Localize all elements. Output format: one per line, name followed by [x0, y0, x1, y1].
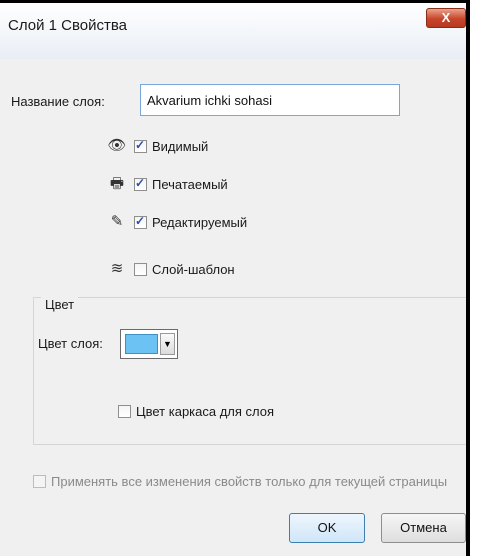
color-swatch: [125, 334, 158, 354]
printer-icon: 🖶: [109, 175, 125, 192]
layer-name-label: Название слоя:: [11, 94, 105, 109]
layer-properties-dialog: Слой 1 Свойства X Название слоя: 👁 Видим…: [0, 3, 466, 556]
title-bar[interactable]: Слой 1 Свойства X: [0, 3, 466, 59]
color-group-title: Цвет: [41, 297, 79, 312]
wireframe-color-label: Цвет каркаса для слоя: [136, 403, 275, 419]
printable-option[interactable]: 🖶 Печатаемый: [108, 174, 228, 194]
layer-name-input[interactable]: [140, 84, 400, 116]
ok-button[interactable]: OK: [289, 513, 365, 543]
image-border-right: [466, 0, 470, 556]
eye-icon: 👁: [107, 137, 127, 154]
visible-label: Видимый: [152, 138, 209, 154]
cancel-button[interactable]: Отмена: [381, 513, 466, 543]
wireframe-color-checkbox[interactable]: [118, 404, 131, 418]
printable-label: Печатаемый: [152, 176, 228, 192]
editable-label: Редактируемый: [152, 214, 248, 230]
template-icon: ≋: [110, 260, 124, 277]
template-checkbox[interactable]: [134, 262, 147, 276]
layer-color-label: Цвет слоя:: [38, 336, 103, 351]
wireframe-color-option[interactable]: Цвет каркаса для слоя: [118, 401, 274, 421]
visible-option[interactable]: 👁 Видимый: [107, 136, 209, 156]
editable-checkbox[interactable]: [134, 214, 147, 229]
apply-current-page-option[interactable]: Применять все изменения свойств только д…: [33, 471, 447, 491]
close-button[interactable]: X: [426, 8, 466, 28]
visible-checkbox[interactable]: [134, 138, 147, 153]
dialog-body: Название слоя: 👁 Видимый 🖶 Печатаемый ✎ …: [0, 59, 466, 556]
close-icon: X: [441, 10, 451, 25]
window-title: Слой 1 Свойства: [8, 17, 128, 34]
pencil-icon: ✎: [110, 213, 124, 230]
chevron-down-icon[interactable]: ▼: [160, 333, 175, 355]
color-group-frame: [33, 297, 466, 445]
printable-checkbox[interactable]: [134, 176, 147, 191]
template-option[interactable]: ≋ Слой-шаблон: [108, 259, 235, 279]
editable-option[interactable]: ✎ Редактируемый: [108, 212, 247, 232]
template-label: Слой-шаблон: [152, 261, 235, 277]
layer-color-dropdown[interactable]: ▼: [120, 329, 178, 359]
apply-current-page-label: Применять все изменения свойств только д…: [51, 473, 448, 489]
apply-current-page-checkbox[interactable]: [33, 474, 46, 488]
